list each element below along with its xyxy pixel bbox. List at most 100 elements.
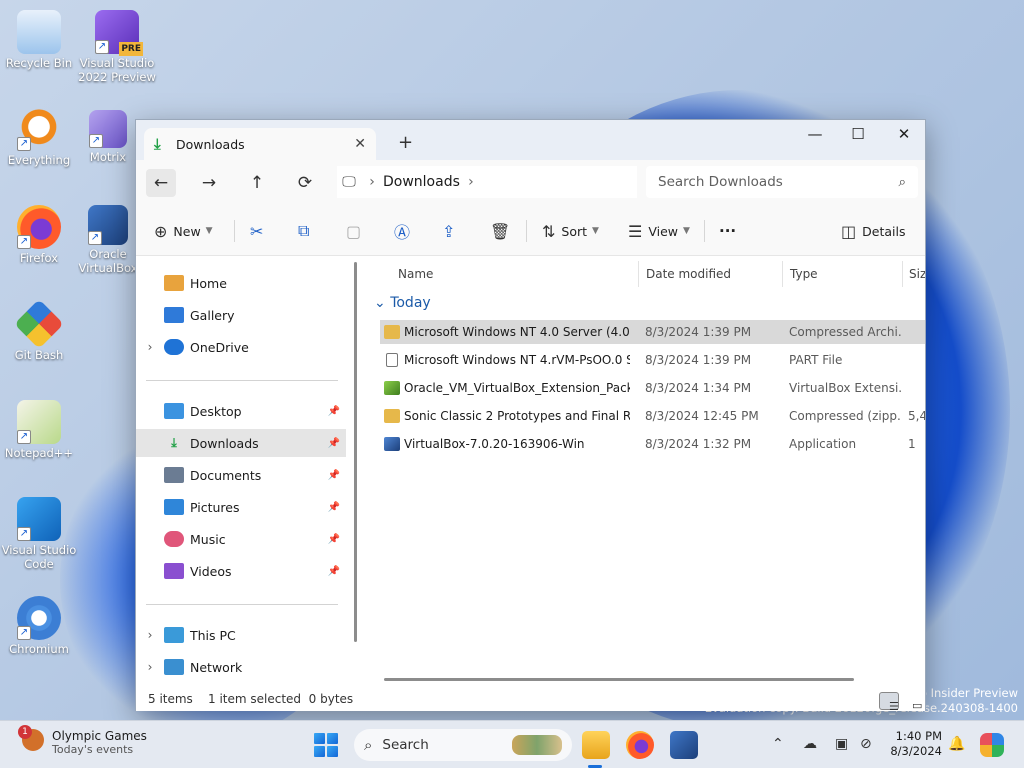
search-icon: ⌕ [898, 174, 906, 190]
pin-icon[interactable]: 📌 [322, 566, 346, 577]
column-header-size[interactable]: Size [909, 261, 925, 287]
pin-icon[interactable]: 📌 [322, 502, 346, 513]
sidebar-item-videos[interactable]: Videos 📌 [136, 557, 346, 585]
file-explorer-window: ⤓ Downloads ✕ + — ☐ ✕ ← → ↑ ⟳ 🖵 › Downlo… [135, 119, 926, 713]
start-button[interactable] [314, 733, 338, 757]
pin-icon[interactable]: 📌 [322, 438, 346, 449]
sidebar-item-onedrive[interactable]: › OneDrive [136, 333, 346, 361]
status-bar: 5 items 1 item selected 0 bytes ☰ ▭ [136, 687, 925, 713]
copy-button[interactable]: ⧉ [298, 219, 315, 243]
column-header-name[interactable]: Name [398, 261, 433, 287]
chevron-right-icon: › [369, 174, 375, 190]
desktop-icon-virtualbox[interactable]: ↗ Oracle VirtualBox [78, 205, 138, 275]
table-row[interactable]: Microsoft Windows NT 4.rVM-PsOO.0 Se... … [380, 348, 925, 372]
sidebar-item-home[interactable]: Home [136, 269, 346, 297]
pin-icon[interactable]: 📌 [322, 406, 346, 417]
taskbar-search[interactable]: ⌕ Search [354, 729, 572, 761]
minimize-button[interactable]: — [792, 125, 838, 143]
pin-icon[interactable]: 📌 [322, 470, 346, 481]
column-divider[interactable] [638, 261, 639, 287]
table-row[interactable]: Oracle_VM_VirtualBox_Extension_Pack-7...… [380, 376, 925, 400]
refresh-button[interactable]: ⟳ [290, 169, 320, 197]
desktop-icon-recycle-bin[interactable]: Recycle Bin [0, 10, 78, 70]
sidebar-item-downloads[interactable]: ⤓ Downloads 📌 [136, 429, 346, 457]
display-icon[interactable]: ▣ [835, 736, 848, 752]
chevron-down-icon: ▼ [683, 226, 690, 236]
paste-button[interactable]: ▢ [346, 219, 367, 243]
share-button[interactable]: ⇪ [442, 219, 461, 243]
chevron-up-icon[interactable]: ⌃ [772, 736, 784, 752]
widgets-button[interactable]: 1 Olympic Games Today's events [18, 725, 147, 756]
desktop-icon-notepad-plus-plus[interactable]: ↗ Notepad++ [0, 400, 78, 460]
forward-button[interactable]: → [194, 169, 224, 197]
details-pane-button[interactable]: ◫ Details [841, 219, 905, 243]
more-options-button[interactable]: ··· [719, 219, 736, 243]
chevron-right-icon[interactable]: › [136, 660, 164, 674]
sidebar-item-pictures[interactable]: Pictures 📌 [136, 493, 346, 521]
close-window-button[interactable]: ✕ [881, 125, 927, 143]
back-button[interactable]: ← [146, 169, 176, 197]
system-clock[interactable]: 1:40 PM 8/3/2024 [888, 729, 942, 759]
sort-button[interactable]: ⇅ Sort ▼ [542, 219, 599, 243]
firefox-taskbar-icon[interactable] [626, 731, 654, 759]
new-tab-button[interactable]: + [398, 132, 413, 153]
desktop-icon-git-bash[interactable]: Git Bash [0, 299, 78, 362]
scissors-icon: ✂ [250, 221, 264, 241]
virtualbox-taskbar-icon[interactable] [670, 731, 698, 759]
sidebar-item-this-pc[interactable]: › This PC [136, 621, 346, 649]
title-bar: ⤓ Downloads ✕ + — ☐ ✕ [136, 120, 925, 160]
sidebar-item-gallery[interactable]: Gallery [136, 301, 346, 329]
network-icon [164, 659, 184, 675]
notification-bell-icon[interactable]: 🔔 [948, 736, 965, 752]
column-divider[interactable] [902, 261, 903, 287]
desktop-icon-motrix[interactable]: ↗ Motrix [78, 110, 138, 164]
cloud-offline-icon[interactable]: ☁ [803, 736, 817, 752]
sidebar-item-network[interactable]: › Network [136, 653, 346, 681]
tiles-view-icon: ▭ [912, 699, 923, 712]
sidebar-item-documents[interactable]: Documents 📌 [136, 461, 346, 489]
table-row[interactable]: VirtualBox-7.0.20-163906-Win 8/3/2024 1:… [380, 432, 925, 456]
visual-studio-icon: ↗ PRE [95, 10, 143, 56]
desktop-icon-chromium[interactable]: ↗ Chromium [0, 596, 78, 656]
desktop-icon-firefox[interactable]: ↗ Firefox [0, 205, 78, 265]
address-bar[interactable]: 🖵 › Downloads › [337, 166, 637, 198]
maximize-button[interactable]: ☐ [835, 125, 881, 143]
rename-icon: Ⓐ [394, 223, 411, 242]
rename-button[interactable]: Ⓐ [394, 219, 416, 243]
download-arrow-icon: ⤓ [154, 135, 161, 153]
column-header-date[interactable]: Date modified [646, 261, 731, 287]
group-header-today[interactable]: ⌄ Today [374, 295, 431, 311]
copilot-icon[interactable] [980, 733, 1004, 757]
column-header-type[interactable]: Type [790, 261, 818, 287]
sidebar-item-desktop[interactable]: Desktop 📌 [136, 397, 346, 425]
search-box[interactable]: Search Downloads ⌕ [646, 166, 918, 198]
sidebar-item-music[interactable]: Music 📌 [136, 525, 346, 553]
close-tab-icon[interactable]: ✕ [354, 136, 366, 152]
table-row[interactable]: Microsoft Windows NT 4.0 Server (4.00.1.… [380, 320, 925, 344]
list-view-icon: ☰ [889, 700, 899, 713]
details-view-toggle[interactable]: ☰ [879, 692, 899, 713]
cut-button[interactable]: ✂ [250, 219, 269, 243]
up-button[interactable]: ↑ [242, 169, 272, 197]
desktop-icon-everything[interactable]: ↗ Everything [0, 107, 78, 167]
desktop-icon-vscode[interactable]: ↗ Visual Studio Code [0, 497, 78, 571]
desktop-icon-visual-studio[interactable]: ↗ PRE Visual Studio 2022 Preview [78, 10, 156, 84]
column-divider[interactable] [782, 261, 783, 287]
tiles-view-toggle[interactable]: ▭ [902, 692, 922, 712]
tab-downloads[interactable]: ⤓ Downloads ✕ [144, 128, 376, 160]
tab-title: Downloads [176, 136, 245, 152]
sidebar-scrollbar[interactable] [354, 262, 357, 642]
pin-icon[interactable]: 📌 [322, 534, 346, 545]
notification-badge: 1 [18, 725, 32, 739]
search-input[interactable]: Search Downloads [658, 174, 898, 190]
horizontal-scrollbar[interactable] [384, 678, 854, 681]
network-status-icon[interactable]: ⊘ [860, 736, 872, 752]
chevron-right-icon[interactable]: › [136, 628, 164, 642]
table-row[interactable]: Sonic Classic 2 Prototypes and Final Rel… [380, 404, 925, 428]
file-explorer-taskbar-icon[interactable] [582, 731, 610, 759]
breadcrumb-downloads[interactable]: Downloads [383, 174, 460, 190]
view-button[interactable]: ☰ View ▼ [628, 219, 690, 243]
delete-button[interactable]: 🗑 [490, 219, 516, 243]
new-button[interactable]: ⊕ New ▼ [154, 219, 213, 243]
chevron-right-icon[interactable]: › [136, 340, 164, 354]
